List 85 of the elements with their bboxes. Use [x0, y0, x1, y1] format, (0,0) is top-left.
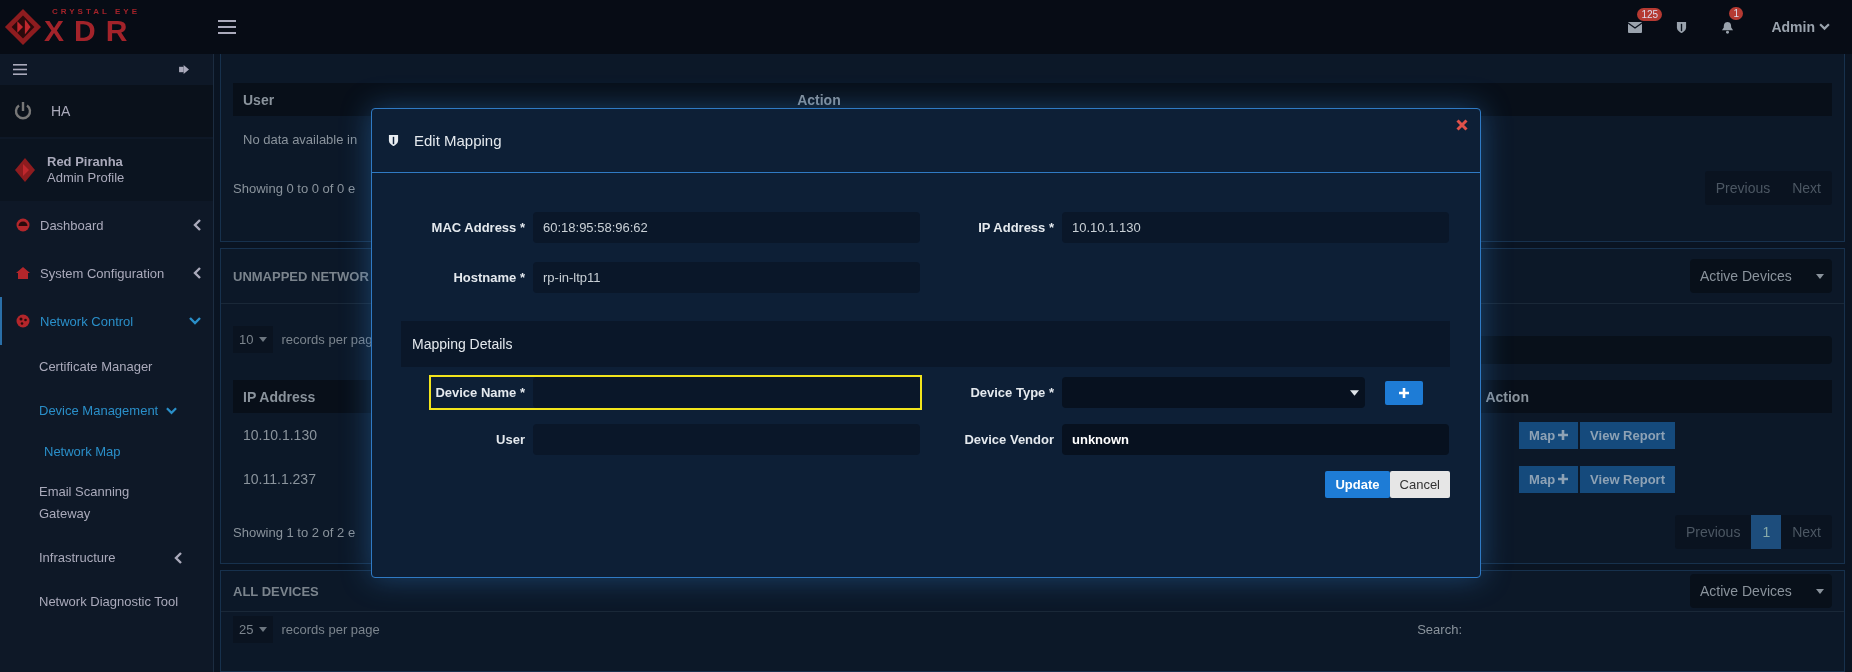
column-header: Action: [797, 91, 841, 108]
plus-icon: [1558, 474, 1569, 484]
column-header: IP Address: [243, 388, 316, 405]
entries-info: Showing 1 to 2 of 2 e: [233, 524, 356, 540]
field-label: MAC Address *: [430, 220, 526, 235]
sidebar-item[interactable]: System Configuration: [0, 249, 213, 297]
input-field[interactable]: unknown: [1062, 424, 1449, 455]
field-label: User: [495, 432, 526, 447]
field-label: Hostname *: [452, 270, 526, 285]
profile-logo-icon: [15, 158, 35, 182]
chevron-left-icon: [193, 267, 201, 279]
logo-name: XDR: [44, 16, 139, 46]
map-button[interactable]: Map: [1519, 421, 1579, 449]
close-icon[interactable]: [1456, 119, 1468, 131]
panel-title: ALL DEVICES: [233, 583, 319, 599]
caret-icon: [1816, 273, 1824, 279]
house-icon: [16, 267, 30, 279]
caret-icon: [259, 627, 268, 632]
sidebar-subitem[interactable]: Network Map: [0, 433, 213, 470]
map-button[interactable]: Map: [1519, 465, 1579, 493]
table-cell: 10.10.1.130: [243, 427, 317, 443]
caret-icon: [259, 336, 268, 342]
chevron-down-icon: [1819, 23, 1830, 31]
user-menu[interactable]: Admin: [1771, 19, 1830, 35]
logout-icon[interactable]: [179, 65, 190, 74]
input-field[interactable]: [533, 377, 920, 408]
panel-title: UNMAPPED NETWOR: [233, 268, 369, 284]
menu-icon[interactable]: [13, 64, 27, 75]
add-button[interactable]: [1385, 380, 1423, 405]
count-badge: 1: [1729, 6, 1743, 20]
sidebar-subitem[interactable]: Email Scanning Gateway: [0, 470, 213, 536]
shield-icon[interactable]: [1675, 20, 1687, 34]
empty-message: No data available in: [242, 131, 359, 149]
view-report-button[interactable]: View Report: [1580, 465, 1675, 493]
sidebar-subitem[interactable]: Network Diagnostic Tool: [0, 580, 213, 624]
field-label: Device Type *: [969, 385, 1055, 400]
bell-icon[interactable]: [1720, 20, 1734, 34]
power-icon[interactable]: [13, 101, 33, 121]
plus-icon: [1558, 430, 1569, 440]
input-field[interactable]: rp-in-ltp11: [533, 262, 920, 293]
view-report-button[interactable]: View Report: [1580, 421, 1675, 449]
chevron-left-icon: [193, 219, 201, 231]
filter-select[interactable]: Active Devices: [1690, 259, 1832, 293]
page-size-label: records per page: [281, 622, 380, 637]
column-header: User: [243, 91, 275, 108]
field-label: Device Name *: [434, 385, 526, 400]
column-header: Action: [1485, 388, 1529, 405]
logo-icon: [4, 8, 42, 46]
page-size-select[interactable]: 25: [233, 616, 274, 643]
count-badge: 125: [1637, 7, 1663, 21]
globe-icon: [16, 314, 30, 328]
page-size-select[interactable]: 10: [233, 325, 274, 353]
input-field[interactable]: 60:18:95:58:96:62: [533, 212, 920, 243]
ha-label: HA: [51, 103, 71, 119]
section-header: Mapping Details: [401, 321, 1450, 367]
cancel-button[interactable]: Cancel: [1389, 471, 1450, 498]
caret-icon: [1350, 389, 1359, 396]
sidebar-subitem[interactable]: Infrastructure: [0, 536, 213, 580]
shield-icon: [388, 134, 399, 147]
chevron-left-icon: [174, 552, 182, 564]
sidebar-item[interactable]: Dashboard: [0, 201, 213, 249]
profile-name: Red Piranha: [47, 154, 124, 170]
entries-info: Showing 0 to 0 of 0 e: [233, 180, 356, 196]
sidebar-item[interactable]: Network Control: [0, 297, 213, 345]
sidebar-subitem[interactable]: Certificate Manager: [0, 345, 213, 389]
dialog-title: Edit Mapping: [414, 132, 502, 149]
chevron-down-icon: [166, 407, 178, 415]
select-field[interactable]: [1062, 377, 1365, 408]
envelope-icon[interactable]: [1628, 21, 1643, 33]
logo-tagline: CRYSTAL EYE: [51, 8, 140, 16]
chevron-down-icon: [189, 317, 201, 325]
field-label: IP Address *: [977, 220, 1055, 235]
page-link[interactable]: 1: [1751, 515, 1782, 549]
update-button[interactable]: Update: [1325, 471, 1390, 498]
input-field[interactable]: 10.10.1.130: [1062, 212, 1449, 243]
menu-icon[interactable]: [218, 20, 236, 34]
gauge-icon: [16, 218, 30, 232]
profile-role: Admin Profile: [47, 170, 125, 186]
plus-icon: [1399, 387, 1409, 398]
search-label: Search:: [1417, 622, 1462, 637]
sidebar-subitem[interactable]: Device Management: [0, 389, 213, 433]
field-label: Device Vendor: [963, 432, 1055, 447]
caret-icon: [1816, 588, 1824, 594]
table-cell: 10.11.1.237: [243, 471, 316, 487]
filter-select[interactable]: Active Devices: [1690, 574, 1832, 608]
